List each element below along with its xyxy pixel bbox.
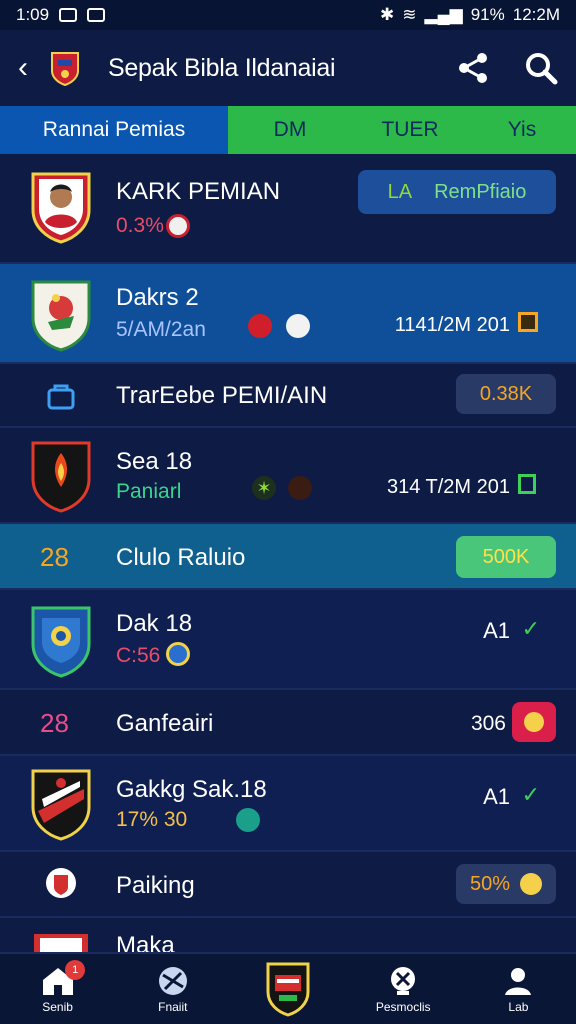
red-ball-icon bbox=[166, 214, 190, 238]
bluetooth-icon: ✱ bbox=[380, 5, 395, 24]
list-item[interactable]: 28 Ganfeairi 306 bbox=[0, 690, 576, 756]
row-title: Clulo Raluio bbox=[116, 544, 246, 571]
battery-percent: 91% bbox=[470, 5, 505, 24]
row-score: A1 bbox=[483, 618, 510, 643]
row-subtitle: 5/AM/2an bbox=[116, 318, 206, 341]
row-subtitle: Paniarl bbox=[116, 480, 182, 503]
basketball-icon bbox=[288, 476, 312, 500]
notification-badge: 1 bbox=[65, 960, 86, 980]
ball-icon bbox=[158, 966, 187, 995]
nav-fnaiit[interactable]: Fnaiit bbox=[115, 954, 230, 1024]
user-icon bbox=[505, 967, 532, 995]
teal-ball-icon bbox=[236, 808, 260, 832]
status-time: 1:09 bbox=[16, 5, 50, 24]
share-icon[interactable] bbox=[456, 51, 490, 85]
club-crest-icon bbox=[266, 962, 310, 1017]
list-item[interactable]: Dakrs 2 5/AM/2an 1141/2M 201 bbox=[0, 264, 576, 364]
row-subtitle: C:56 bbox=[116, 644, 161, 667]
row-title: Paiking bbox=[116, 872, 195, 899]
club-crest-icon bbox=[31, 769, 91, 841]
calendar-icon bbox=[518, 312, 538, 332]
bottom-nav: 1 Senib Fnaiit Pesmoclis Lab bbox=[0, 952, 576, 1024]
list-item[interactable]: TrarEebe PEMI/AIN 0.38K bbox=[0, 364, 576, 428]
wifi-icon: ≋ bbox=[402, 5, 417, 24]
tab-tuer[interactable]: TUER bbox=[352, 106, 468, 154]
profile-row[interactable]: KARK PEMIAN 0.3% LA RemPfiaio bbox=[0, 154, 576, 264]
la-icon: LA bbox=[387, 180, 413, 203]
percent-pill[interactable]: 50% bbox=[456, 864, 556, 904]
tab-dm[interactable]: DM bbox=[228, 106, 352, 154]
row-score: A1 bbox=[483, 784, 510, 809]
row-value: 306 bbox=[470, 712, 506, 735]
search-icon[interactable] bbox=[524, 51, 558, 85]
percent-value: 50% bbox=[469, 872, 511, 895]
tab-rannai-pemias[interactable]: Rannai Pemias bbox=[0, 106, 228, 154]
nav-label: Pesmoclis bbox=[375, 999, 431, 1014]
image-notification-icon bbox=[87, 8, 106, 22]
row-date: 314 T/2M 201 bbox=[386, 476, 510, 498]
nav-home[interactable]: 1 Senib bbox=[0, 954, 115, 1024]
list-item[interactable]: Dak 18 C:56 A1 ✓ bbox=[0, 590, 576, 690]
check-icon: ✓ bbox=[521, 782, 540, 807]
tab-yis[interactable]: Yis bbox=[468, 106, 576, 154]
row-title: Sea 18 bbox=[116, 448, 193, 475]
remprofile-label: RemPfiaio bbox=[434, 180, 527, 203]
list-item[interactable]: Sea 18 Paniarl ✶ 314 T/2M 201 bbox=[0, 428, 576, 524]
nav-label: Lab bbox=[508, 999, 529, 1014]
club-crest-icon bbox=[31, 606, 91, 678]
yellow-dot-icon bbox=[524, 712, 544, 732]
value-pill[interactable]: 0.38K bbox=[456, 374, 556, 414]
signal-icon: ▂▄▆ bbox=[424, 5, 463, 24]
back-button[interactable]: ‹ bbox=[18, 51, 42, 85]
list-item[interactable]: Gakkg Sak.18 17% 30 A1 ✓ bbox=[0, 756, 576, 852]
club-crest-icon bbox=[51, 52, 79, 86]
value-pill[interactable]: 500K bbox=[456, 536, 556, 578]
red-ball-icon bbox=[248, 314, 272, 338]
player-stat: 0.3% bbox=[116, 214, 164, 237]
blue-ball-icon bbox=[166, 642, 190, 666]
row-subtitle: 17% 30 bbox=[116, 808, 188, 831]
nav-club[interactable] bbox=[230, 954, 345, 1024]
check-icon: ✓ bbox=[521, 616, 540, 641]
club-crest-icon bbox=[31, 441, 91, 513]
club-badge-icon bbox=[46, 868, 76, 898]
club-list: KARK PEMIAN 0.3% LA RemPfiaio Dakrs 2 5/… bbox=[0, 154, 576, 960]
nav-label: Senib bbox=[42, 999, 73, 1014]
club-crest-icon bbox=[31, 280, 91, 352]
app-bar: ‹ Sepak Bibla Ildanaiai bbox=[0, 30, 576, 106]
player-avatar bbox=[31, 172, 91, 244]
coin-icon bbox=[520, 873, 543, 895]
row-title: Gakkg Sak.18 bbox=[116, 776, 267, 803]
row-title: TrarEebe PEMI/AIN bbox=[116, 382, 328, 409]
nav-profile[interactable]: Lab bbox=[461, 954, 576, 1024]
white-ball-icon bbox=[286, 314, 310, 338]
check-box-icon bbox=[518, 474, 536, 494]
transfer-icon bbox=[47, 384, 75, 410]
yellow-dot-button[interactable] bbox=[512, 702, 556, 742]
list-item[interactable]: Paiking 50% bbox=[0, 852, 576, 918]
row-number: 28 bbox=[40, 708, 69, 738]
row-date: 1141/2M 201 bbox=[394, 314, 510, 336]
status-bar: 1:09 ✱ ≋ ▂▄▆ 91% 12:2M bbox=[0, 0, 576, 30]
status-clock: 12:2M bbox=[512, 5, 560, 24]
row-title: Ganfeairi bbox=[116, 710, 214, 737]
nav-pesmoclis[interactable]: Pesmoclis bbox=[346, 954, 461, 1024]
list-item[interactable]: 28 Clulo Raluio 500K bbox=[0, 524, 576, 590]
remprofile-button[interactable]: LA RemPfiaio bbox=[358, 170, 556, 214]
row-title: Dakrs 2 bbox=[116, 284, 199, 311]
green-star-icon: ✶ bbox=[252, 476, 276, 500]
page-title: Sepak Bibla Ildanaiai bbox=[108, 53, 336, 82]
nav-label: Fnaiit bbox=[158, 999, 188, 1014]
row-title: Dak 18 bbox=[116, 610, 193, 637]
row-number: 28 bbox=[40, 542, 69, 572]
trophy-icon bbox=[391, 966, 416, 995]
player-name: KARK PEMIAN bbox=[116, 178, 281, 205]
tab-bar: Rannai Pemias DM TUER Yis bbox=[0, 106, 576, 154]
notification-icon bbox=[59, 8, 78, 22]
